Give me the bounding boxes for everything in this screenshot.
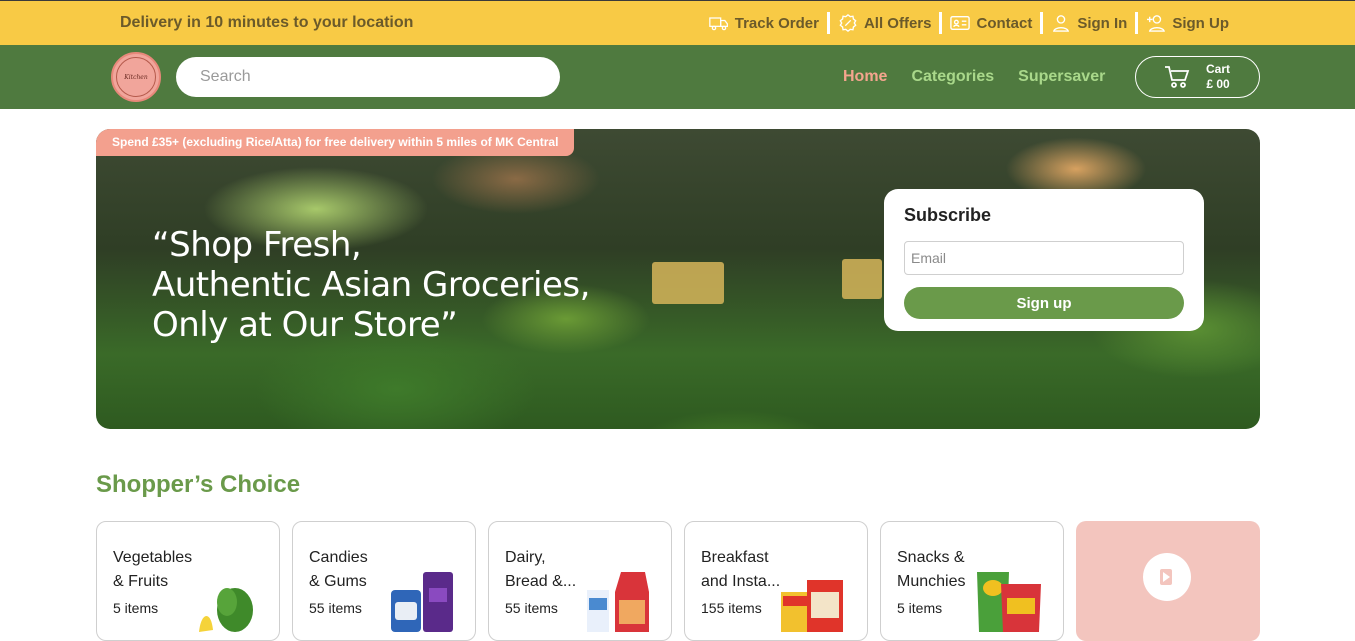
sign-up-label: Sign Up — [1172, 14, 1229, 32]
card-title-line: Breakfast — [701, 549, 769, 566]
subscribe-sign-up-button[interactable]: Sign up — [904, 287, 1184, 319]
breakfast-image — [781, 580, 843, 632]
card-count: 5 items — [897, 600, 943, 616]
category-card-dairy[interactable]: Dairy, Bread &... 55 items — [488, 521, 672, 641]
nav-home-link[interactable]: Home — [843, 68, 887, 86]
search-input[interactable] — [176, 57, 560, 97]
cart-label: Cart — [1206, 62, 1231, 76]
cart-button[interactable]: Cart £ 00 — [1135, 56, 1260, 98]
hero-quote: “Shop Fresh, Authentic Asian Groceries, … — [152, 225, 590, 345]
store-logo[interactable]: Kitchen — [111, 52, 161, 102]
price-tag — [842, 259, 882, 299]
hero-quote-line: Authentic Asian Groceries, — [152, 265, 590, 305]
cart-amount: £ 00 — [1206, 77, 1230, 91]
delivery-message: Delivery in 10 minutes to your location — [120, 14, 414, 31]
hero-quote-line: Only at Our Store” — [152, 305, 458, 345]
nav-categories-link[interactable]: Categories — [911, 68, 994, 86]
card-count: 5 items — [113, 600, 159, 616]
dairy-image — [587, 572, 649, 632]
candies-image — [391, 572, 453, 632]
user-plus-icon — [1147, 15, 1166, 32]
card-title-line: Candies — [309, 549, 368, 566]
free-delivery-banner: Spend £35+ (excluding Rice/Atta) for fre… — [96, 129, 575, 156]
card-title-line: Vegetables — [113, 549, 193, 566]
track-order-link[interactable]: Track Order — [701, 14, 827, 32]
sign-in-label: Sign In — [1077, 14, 1128, 32]
card-title-line: Snacks & — [897, 549, 965, 566]
user-icon — [1053, 15, 1070, 32]
see-more-card[interactable] — [1076, 521, 1260, 641]
top-links: Track Order All Offers Contact Sign In S… — [701, 12, 1237, 34]
see-more-button[interactable] — [1143, 553, 1191, 601]
card-title-line: Dairy, — [505, 549, 546, 566]
subscribe-title: Subscribe — [904, 205, 992, 225]
all-offers-label: All Offers — [863, 14, 932, 32]
email-field[interactable] — [904, 241, 1184, 275]
contact-card-icon — [950, 15, 971, 31]
category-card-snacks[interactable]: Snacks & Munchies 5 items — [880, 521, 1064, 641]
hero-quote-line: “Shop Fresh, — [152, 225, 362, 265]
category-card-breakfast[interactable]: Breakfast and Insta... 155 items — [684, 521, 868, 641]
card-count: 55 items — [505, 600, 558, 616]
cart-summary: Cart £ 00 — [1206, 62, 1230, 92]
snacks-image — [977, 572, 1041, 632]
all-offers-link[interactable]: All Offers — [830, 14, 940, 32]
card-count: 55 items — [309, 600, 362, 616]
contact-link[interactable]: Contact — [942, 14, 1040, 32]
truck-icon — [708, 17, 728, 31]
logo-text: Kitchen — [116, 57, 156, 97]
subscribe-card: Subscribe Sign up — [884, 189, 1204, 331]
nav-links: Home Categories Supersaver — [843, 68, 1105, 86]
category-card-vegetables[interactable]: Vegetables & Fruits 5 items — [96, 521, 280, 641]
main-nav: Kitchen Home Categories Supersaver Cart … — [0, 45, 1355, 109]
card-count: 155 items — [701, 600, 762, 616]
vegetables-image — [199, 588, 253, 632]
price-tag — [652, 262, 724, 304]
play-icon — [1160, 569, 1172, 585]
offer-badge-icon — [839, 14, 857, 32]
top-bar: Delivery in 10 minutes to your location … — [0, 0, 1355, 45]
category-card-candies[interactable]: Candies & Gums 55 items — [292, 521, 476, 641]
contact-label: Contact — [976, 14, 1033, 32]
sign-in-link[interactable]: Sign In — [1043, 14, 1135, 32]
section-title: Shopper’s Choice — [96, 471, 301, 498]
track-order-label: Track Order — [734, 14, 819, 32]
nav-supersaver-link[interactable]: Supersaver — [1018, 68, 1105, 86]
category-cards: Vegetables & Fruits 5 items Candies & Gums… — [96, 521, 1260, 641]
sign-up-link[interactable]: Sign Up — [1138, 14, 1237, 32]
shopping-cart-icon — [1165, 66, 1190, 88]
